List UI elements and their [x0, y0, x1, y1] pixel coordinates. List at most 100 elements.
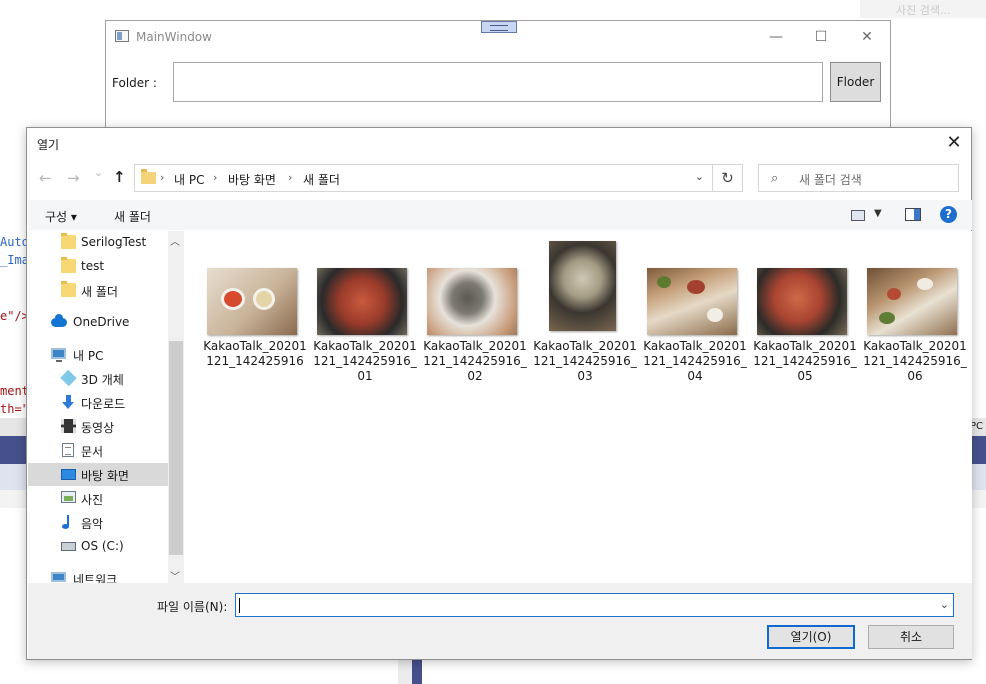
breadcrumb-separator: ›: [160, 171, 165, 184]
nav-item-label: SerilogTest: [81, 235, 147, 249]
file-name: KakaoTalk_20201121_142425916_03: [533, 339, 637, 383]
folder-browse-button[interactable]: Floder: [830, 62, 881, 102]
file-name: KakaoTalk_20201121_142425916_06: [863, 339, 967, 383]
nav-item-network[interactable]: 네트워크: [28, 567, 168, 583]
nav-scrollbar-thumb[interactable]: [169, 341, 183, 555]
folder-icon: [61, 233, 76, 249]
help-icon[interactable]: ?: [940, 206, 957, 223]
nav-item-label: 내 PC: [73, 349, 104, 363]
maximize-button[interactable]: ☐: [801, 25, 841, 49]
cancel-button[interactable]: 취소: [868, 625, 954, 649]
text-caret: [239, 598, 240, 613]
chevron-down-icon[interactable]: ⌄: [695, 170, 704, 183]
main-window-title: MainWindow: [136, 30, 212, 44]
image-thumbnail: [427, 268, 517, 335]
file-item[interactable]: KakaoTalk_20201121_142425916_05: [753, 235, 857, 395]
scroll-up-icon[interactable]: ︿: [170, 233, 180, 248]
nav-item-label: 음악: [81, 517, 104, 531]
file-name: KakaoTalk_20201121_142425916_02: [423, 339, 527, 383]
nav-item-desktop[interactable]: 바탕 화면: [28, 463, 168, 486]
refresh-button[interactable]: ↻: [713, 164, 743, 192]
nav-item-label: 3D 개체: [81, 373, 124, 387]
file-item[interactable]: KakaoTalk_20201121_142425916: [203, 235, 307, 395]
pc-icon: [51, 348, 66, 362]
nav-item-label: OS (C:): [81, 539, 124, 553]
nav-item-label: test: [81, 259, 105, 273]
nav-item-label: 다운로드: [81, 397, 126, 411]
nav-item-my-pc[interactable]: 내 PC: [28, 343, 168, 366]
drive-icon: [61, 542, 76, 551]
pictures-icon: [61, 491, 76, 503]
forward-button[interactable]: →: [67, 169, 80, 187]
breadcrumb-item-my-pc[interactable]: 내 PC: [174, 171, 204, 188]
organize-button[interactable]: 구성 ▾: [45, 208, 77, 225]
background-search-hint: 사진 검색...: [860, 0, 986, 18]
close-button[interactable]: ✕: [847, 25, 887, 49]
file-name: KakaoTalk_20201121_142425916_05: [753, 339, 857, 383]
nav-item-3d-objects[interactable]: 3D 개체: [28, 367, 168, 390]
nav-item-os-drive[interactable]: OS (C:): [28, 535, 168, 558]
address-bar[interactable]: › 내 PC › 바탕 화면 › 새 폴더 ⌄: [134, 164, 713, 192]
dialog-footer: 파일 이름(N): ⌄ 열기(O) 취소: [28, 583, 972, 659]
breadcrumb-separator: ›: [213, 171, 218, 184]
background-code-line: _Ima: [0, 253, 29, 267]
filename-label: 파일 이름(N):: [157, 600, 228, 614]
app-window-icon: [115, 30, 129, 42]
dialog-close-button[interactable]: ✕: [941, 130, 967, 156]
search-input[interactable]: ⌕ 새 폴더 검색: [758, 164, 959, 192]
nav-item-videos[interactable]: 동영상: [28, 415, 168, 438]
breadcrumb-separator: ›: [288, 171, 293, 184]
file-name: KakaoTalk_20201121_142425916_01: [313, 339, 417, 383]
image-thumbnail: [647, 268, 737, 335]
minimize-button[interactable]: —: [756, 25, 796, 49]
nav-item-label: 문서: [81, 445, 104, 459]
recent-locations-button[interactable]: ⌄: [94, 166, 103, 179]
open-file-dialog: 열기 ✕ ← → ⌄ ↑ › 내 PC › 바탕 화면 › 새 폴더 ⌄ ↻ ⌕…: [26, 127, 972, 660]
nav-item-test[interactable]: test: [28, 255, 168, 278]
chevron-down-icon[interactable]: ⌄: [940, 598, 949, 611]
view-mode-icon[interactable]: [851, 210, 865, 221]
command-bar: 구성 ▾ 새 폴더 ▼ ?: [28, 200, 972, 230]
preview-pane-icon[interactable]: [905, 208, 921, 221]
file-item[interactable]: KakaoTalk_20201121_142425916_01: [313, 235, 417, 395]
music-icon: [61, 515, 76, 529]
nav-item-onedrive[interactable]: OneDrive: [28, 311, 168, 334]
breadcrumb-item-desktop[interactable]: 바탕 화면: [228, 171, 276, 188]
nav-item-label: 새 폴더: [81, 285, 118, 299]
background-code-line: ment: [0, 384, 29, 398]
background-code-line: th=": [0, 402, 29, 416]
file-list: KakaoTalk_20201121_142425916 KakaoTalk_2…: [186, 231, 972, 583]
folder-path-input[interactable]: [173, 62, 823, 102]
file-item[interactable]: KakaoTalk_20201121_142425916_06: [863, 235, 967, 395]
file-name: KakaoTalk_20201121_142425916_04: [643, 339, 747, 383]
scroll-down-icon[interactable]: ﹀: [170, 568, 180, 583]
image-thumbnail: [549, 241, 616, 331]
onedrive-icon: [51, 314, 67, 327]
nav-item-pictures[interactable]: 사진: [28, 487, 168, 510]
up-one-level-button[interactable]: ↑: [113, 168, 126, 186]
file-item[interactable]: KakaoTalk_20201121_142425916_02: [423, 235, 527, 395]
new-folder-button[interactable]: 새 폴더: [114, 208, 151, 225]
nav-item-new-folder[interactable]: 새 폴더: [28, 279, 168, 302]
image-thumbnail: [207, 268, 297, 335]
search-icon: ⌕: [771, 171, 779, 186]
nav-item-music[interactable]: 음악: [28, 511, 168, 534]
background-code-line: e"/>: [0, 309, 29, 323]
network-icon: [51, 572, 66, 582]
image-thumbnail: [757, 268, 847, 335]
nav-item-serilogtest[interactable]: SerilogTest: [28, 231, 168, 254]
back-button[interactable]: ←: [39, 169, 52, 187]
drag-handle[interactable]: [481, 21, 517, 33]
filename-input[interactable]: ⌄: [235, 593, 954, 617]
open-button[interactable]: 열기(O): [767, 625, 855, 649]
file-item[interactable]: KakaoTalk_20201121_142425916_03: [533, 235, 637, 395]
folder-label: Folder :: [112, 76, 157, 90]
nav-item-documents[interactable]: 문서: [28, 439, 168, 462]
download-icon: [61, 395, 76, 409]
breadcrumb-item-new-folder[interactable]: 새 폴더: [303, 171, 340, 188]
file-item[interactable]: KakaoTalk_20201121_142425916_04: [643, 235, 747, 395]
chevron-down-icon[interactable]: ▼: [874, 208, 882, 219]
nav-item-label: 바탕 화면: [81, 469, 129, 483]
nav-item-downloads[interactable]: 다운로드: [28, 391, 168, 414]
dialog-title: 열기: [37, 138, 60, 152]
